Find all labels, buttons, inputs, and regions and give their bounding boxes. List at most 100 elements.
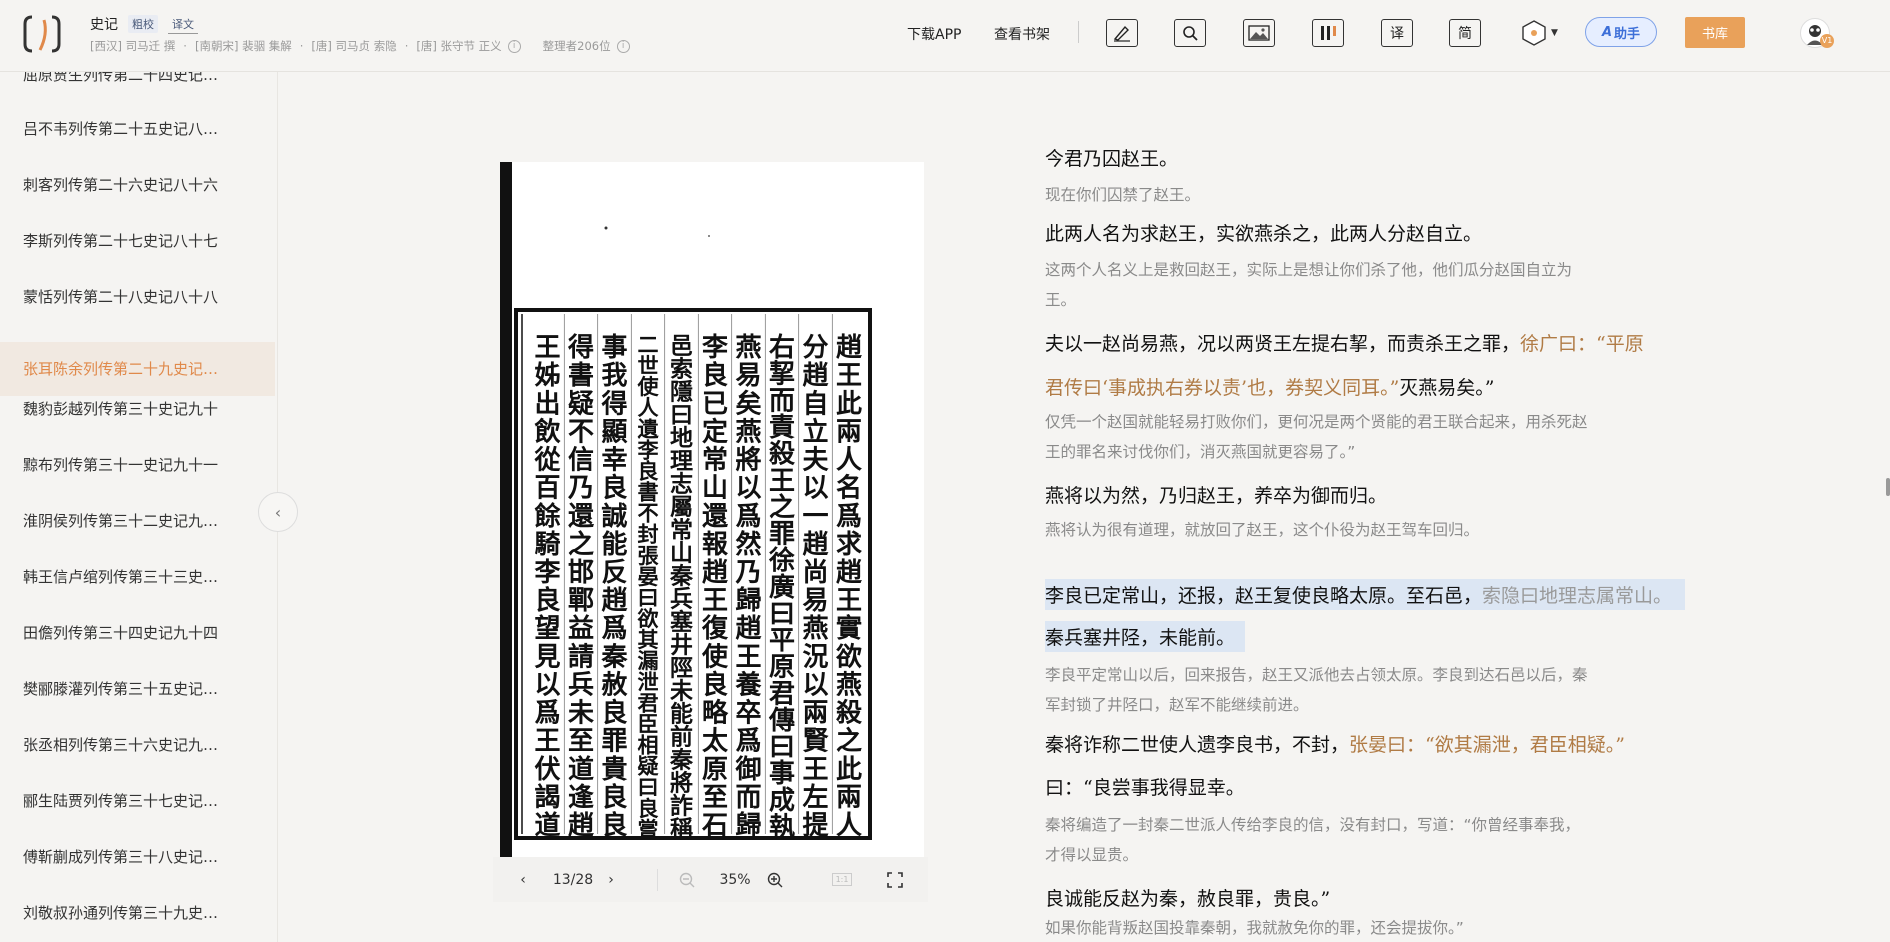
- sidebar-item[interactable]: 魏豹彭越列传第三十史记九十: [0, 382, 275, 436]
- page-indicator: 13/28: [552, 871, 594, 888]
- original-text-line[interactable]: 秦兵塞井陉，未能前。: [1045, 621, 1245, 652]
- zoom-in-icon[interactable]: [763, 857, 787, 902]
- translation-line[interactable]: 军封锁了井陉口，赵军不能继续前进。: [1045, 693, 1685, 715]
- original-text-line[interactable]: 燕将以为然，乃归赵王，养卒为御而归。: [1045, 481, 1685, 508]
- library-button[interactable]: 书库: [1685, 17, 1745, 48]
- translation-line[interactable]: 如果你能背叛赵国投靠秦朝，我就赦免你的罪，还会提拔你。”: [1045, 916, 1685, 938]
- logo-icon[interactable]: [22, 14, 62, 54]
- original-text-line[interactable]: 此两人名为求赵王，实欲燕杀之，此两人分赵自立。: [1045, 219, 1685, 246]
- collapse-sidebar-button[interactable]: ‹: [258, 492, 298, 532]
- scan-char: 未: [568, 699, 594, 729]
- scan-page[interactable]: 趙王此兩人名爲求趙王實欲燕殺之此兩人分趙自立夫以一趙尚易燕況以兩賢王左提右挈而責…: [500, 162, 924, 858]
- sidebar-item[interactable]: 张丞相列传第三十六史记九…: [0, 718, 275, 772]
- collate-tag[interactable]: 粗校: [128, 15, 158, 33]
- theme-switcher[interactable]: ▼: [1520, 19, 1564, 47]
- scan-char: 幸: [601, 446, 627, 476]
- ai-assistant-button[interactable]: A 助手: [1585, 17, 1657, 47]
- scan-char: 分: [802, 333, 828, 363]
- actual-size-icon[interactable]: 1:1: [830, 857, 854, 902]
- zoom-level: 35%: [719, 871, 751, 888]
- scan-char: 王: [534, 333, 560, 363]
- sidebar-item[interactable]: 蒙恬列传第二十八史记八十八: [0, 270, 275, 324]
- translate-icon[interactable]: 译: [1381, 19, 1413, 47]
- line-text: 良诚能反赵为秦，赦良罪，贵良。”: [1045, 888, 1331, 910]
- translation-line[interactable]: 仅凭一个赵国就能轻易打败你们，更何况是两个贤能的君王联合起来，用杀死赵: [1045, 410, 1685, 432]
- scan-char: 望: [534, 614, 560, 644]
- commentary-note[interactable]: 索隐曰地理志属常山。: [1482, 585, 1672, 607]
- scan-char: 赦: [601, 669, 628, 700]
- translation-line[interactable]: 燕将认为很有道理，就放回了赵王，这个仆役为赵王驾车回归。: [1045, 518, 1685, 540]
- columns-icon[interactable]: [1312, 19, 1344, 47]
- sidebar-item[interactable]: 傅靳蒯成列传第三十八史记…: [0, 830, 275, 884]
- download-app-link[interactable]: 下载APP: [907, 24, 961, 44]
- scan-char: 王: [836, 361, 862, 391]
- prev-page-icon[interactable]: ‹: [513, 857, 533, 902]
- simplified-icon[interactable]: 简: [1449, 19, 1481, 47]
- commentary-note[interactable]: 君传曰‘事成执右券以责’也，券契义同耳。”: [1045, 377, 1399, 399]
- sidebar-item[interactable]: 樊郦滕灌列传第三十五史记…: [0, 662, 275, 716]
- scan-char: 反: [601, 558, 627, 588]
- original-text-line[interactable]: 曰：“良尝事我得显幸。: [1045, 773, 1685, 800]
- sidebar-item[interactable]: 刘敬叔孙通列传第三十九史…: [0, 886, 275, 940]
- scan-char: 爲: [735, 727, 761, 757]
- sidebar-item[interactable]: 屈原贾生列传第二十四史记…: [0, 72, 275, 102]
- fullscreen-icon[interactable]: [883, 857, 907, 902]
- image-icon[interactable]: [1243, 19, 1275, 47]
- sidebar-item[interactable]: 淮阴侯列传第三十二史记九…: [0, 494, 275, 548]
- zoom-out-icon[interactable]: [675, 857, 699, 902]
- view-shelf-link[interactable]: 查看书架: [994, 24, 1050, 44]
- commentary-note[interactable]: 张晏曰：“欲其漏泄，君臣相疑。”: [1349, 734, 1625, 756]
- scan-char: 罪: [769, 520, 795, 550]
- scan-char: 欲: [835, 642, 862, 672]
- scan-char: 夫: [802, 446, 829, 476]
- sidebar-item[interactable]: 吕不韦列传第二十五史记八…: [0, 102, 275, 156]
- sidebar-item[interactable]: 韩王信卢绾列传第三十三史…: [0, 550, 275, 604]
- scan-char: 卒: [735, 698, 761, 729]
- next-page-icon[interactable]: ›: [601, 857, 621, 902]
- translate-tag[interactable]: 译文: [168, 15, 198, 34]
- scroll-indicator[interactable]: [1886, 478, 1890, 496]
- sidebar-item[interactable]: 刺客列传第二十六史记八十六: [0, 158, 275, 212]
- info-icon[interactable]: i: [507, 39, 521, 53]
- original-text-line[interactable]: 良诚能反赵为秦，赦良罪，贵良。”: [1045, 884, 1685, 911]
- scan-char: 兩: [802, 699, 828, 729]
- translation-line[interactable]: 现在你们囚禁了赵王。: [1045, 183, 1685, 205]
- original-text-line[interactable]: 李良已定常山，还报，赵王复使良略太原。至石邑，索隐曰地理志属常山。: [1045, 579, 1685, 610]
- scan-char: 王: [769, 466, 795, 496]
- annotate-icon[interactable]: [1106, 19, 1138, 47]
- scan-char: 爲: [836, 502, 862, 532]
- caret-down-icon: ▼: [1551, 28, 1558, 38]
- scan-char: 易: [735, 361, 761, 391]
- scan-char: 此: [836, 389, 862, 419]
- translation-line[interactable]: 李良平定常山以后，回来报告，赵王又派他去占领太原。李良到达石邑以后，秦: [1045, 663, 1685, 685]
- sidebar-item[interactable]: 黥布列传第三十一史记九十一: [0, 438, 275, 492]
- translation-line[interactable]: 这两个人名义上是救回赵王，实际上是想让你们杀了他，他们瓜分赵国自立为: [1045, 258, 1685, 280]
- search-icon[interactable]: [1174, 19, 1206, 47]
- scan-char: 王: [836, 586, 862, 616]
- scan-char: 之: [836, 726, 862, 757]
- translation-line[interactable]: 秦将编造了一封秦二世派人传给李良的信，没有封口，写道：“你曾经事奉我，: [1045, 813, 1685, 835]
- scan-char: 常: [702, 446, 728, 476]
- original-text-line[interactable]: 秦将诈称二世使人遗李良书，不封，张晏曰：“欲其漏泄，君臣相疑。”: [1045, 730, 1685, 757]
- original-text-line[interactable]: 君传曰‘事成执右券以责’也，券契义同耳。”灭燕易矣。”: [1045, 373, 1685, 400]
- scan-char: 成: [769, 786, 795, 816]
- scan-char: 原: [702, 755, 728, 785]
- original-text-line[interactable]: 今君乃囚赵王。: [1045, 144, 1685, 171]
- sidebar-item[interactable]: 田儋列传第三十四史记九十四: [0, 606, 275, 660]
- translation-line[interactable]: 王。: [1045, 288, 1685, 310]
- line-text: 此两人名为求赵王，实欲燕杀之，此两人分赵自立。: [1045, 223, 1483, 245]
- original-text-line[interactable]: 夫以一赵尚易燕，况以两贤王左提右挈，而责杀王之罪，徐广曰：“平原: [1045, 329, 1685, 356]
- sidebar-item[interactable]: 郦生陆贾列传第三十七史记…: [0, 774, 275, 828]
- book-title-row: 史记 粗校 译文: [90, 14, 198, 34]
- scan-char: 百: [534, 474, 560, 504]
- scan-char: 謁: [534, 782, 560, 813]
- scan-char: 王: [802, 755, 828, 785]
- scan-char: 良: [601, 782, 627, 813]
- sidebar-item[interactable]: 李斯列传第二十七史记八十七: [0, 214, 275, 268]
- commentary-note[interactable]: 徐广曰：“平原: [1520, 333, 1644, 355]
- editors-count[interactable]: 整理者206位: [543, 38, 611, 54]
- info-icon[interactable]: i: [616, 39, 630, 53]
- scan-char: 餘: [534, 501, 561, 532]
- translation-line[interactable]: 才得以显贵。: [1045, 843, 1685, 865]
- translation-line[interactable]: 王的罪名来讨伐你们，消灭燕国就更容易了。”: [1045, 440, 1685, 462]
